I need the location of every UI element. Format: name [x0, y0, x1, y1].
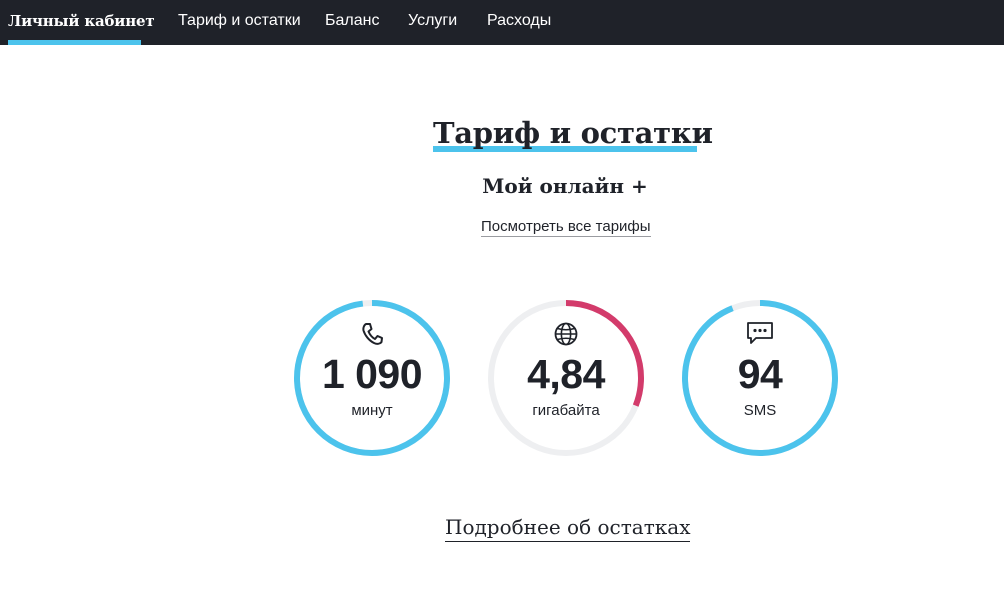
top-navigation: Личный кабинет Тариф и остатки Баланс Ус… [0, 0, 1004, 45]
nav-personal-account[interactable]: Личный кабинет [8, 0, 155, 45]
minutes-value: 1 090 [321, 351, 423, 397]
data-unit: гигабайта [532, 402, 600, 419]
minutes-gauge[interactable]: 1 090 минут [292, 298, 452, 458]
nav-active-indicator [8, 40, 141, 45]
view-all-tariffs-link[interactable]: Посмотреть все тарифы [481, 218, 651, 237]
globe-icon [546, 320, 586, 348]
nav-services[interactable]: Услуги [408, 0, 457, 45]
sms-value: 94 [737, 351, 783, 397]
data-value: 4,84 [527, 351, 605, 397]
plan-name: Мой онлайн + [482, 174, 648, 198]
minutes-unit: минут [351, 402, 393, 419]
sms-gauge[interactable]: 94 SMS [680, 298, 840, 458]
phone-icon [352, 320, 392, 348]
sms-unit: SMS [743, 402, 777, 419]
page-title: Тариф и остатки [433, 116, 713, 150]
nav-balance[interactable]: Баланс [325, 0, 379, 45]
chat-icon [740, 320, 780, 348]
nav-expenses[interactable]: Расходы [487, 0, 551, 45]
remaining-details-link[interactable]: Подробнее об остатках [445, 515, 691, 542]
data-gauge[interactable]: 4,84 гигабайта [486, 298, 646, 458]
nav-tariff-and-remaining[interactable]: Тариф и остатки [178, 0, 301, 45]
